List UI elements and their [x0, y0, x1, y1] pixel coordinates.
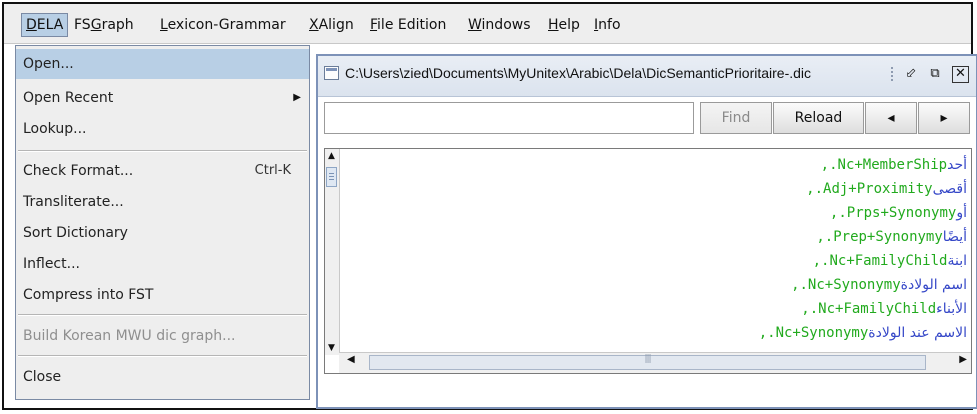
menu-label-part: nfo: [598, 17, 621, 33]
menu-check-format[interactable]: Check Format... Ctrl-K: [16, 156, 309, 186]
menu-mnemonic: W: [468, 17, 482, 33]
dictionary-line[interactable]: ,.Nc+MemberShipأحد: [821, 153, 967, 177]
menu-lookup[interactable]: Lookup...: [16, 114, 309, 144]
window-icon: [324, 66, 339, 80]
search-input[interactable]: [324, 102, 694, 134]
menu-open-recent[interactable]: Open Recent ▶: [16, 83, 309, 113]
line-word: أقصى: [932, 181, 967, 197]
dictionary-line[interactable]: ,.Nc+FamilyChildالأبناء: [801, 297, 967, 321]
horizontal-scroll-thumb[interactable]: [369, 355, 926, 370]
menu-item-label: Open Recent: [23, 90, 114, 106]
menu-label-part: ile Edition: [377, 17, 447, 33]
line-word: أيضًا: [942, 229, 967, 245]
menu-item-label: Lookup...: [23, 121, 87, 137]
menu-fsgraph[interactable]: FSGraph: [70, 14, 138, 36]
reload-button[interactable]: Reload: [773, 102, 864, 134]
menu-mnemonic: X: [309, 17, 319, 33]
vertical-scroll-thumb[interactable]: [326, 167, 337, 187]
line-code: ,.Prps+Synonymy: [829, 205, 957, 221]
menu-label-part: ELA: [36, 17, 64, 33]
line-word: الاسم عند الولادة: [868, 325, 967, 341]
menu-xalign[interactable]: XAlign: [305, 14, 358, 36]
scroll-down-icon[interactable]: ▼: [325, 343, 338, 353]
menu-file-edition[interactable]: File Edition: [366, 14, 450, 36]
menu-item-label: Transliterate...: [23, 194, 124, 210]
line-code: ,.Nc+MemberShip: [820, 157, 948, 173]
line-code: ,.Nc+FamilyChild: [812, 253, 948, 269]
menu-label-part: elp: [558, 17, 580, 33]
line-code: ,.Adj+Proximity: [806, 181, 933, 197]
dictionary-line[interactable]: ,.Adj+Proximityأقصى: [806, 177, 967, 201]
minimize-icon[interactable]: ⬃: [902, 65, 920, 83]
previous-button[interactable]: ◂: [865, 102, 917, 134]
menubar: DELA FSGraph Lexicon-Grammar XAlign File…: [4, 4, 971, 44]
menu-transliterate[interactable]: Transliterate...: [16, 187, 309, 217]
line-word: أحد: [947, 157, 967, 173]
menu-separator: [18, 150, 307, 152]
menu-separator: [18, 355, 307, 357]
line-code: ,.Prep+Synonymy: [816, 229, 943, 245]
menu-label-part: indows: [481, 17, 531, 33]
menu-open[interactable]: Open...: [16, 49, 309, 79]
menu-item-label: Open...: [23, 56, 74, 72]
line-code: ,.Nc+Synonymy: [791, 277, 901, 293]
menu-item-label: Sort Dictionary: [23, 225, 128, 241]
menu-separator: [18, 314, 307, 316]
menu-item-label: Build Korean MWU dic graph...: [23, 328, 236, 344]
dictionary-line[interactable]: ,.Nc+Synonymyالاسم عند الولادة: [759, 321, 967, 345]
menu-label-part: Align: [318, 17, 354, 33]
menu-item-label: Check Format...: [23, 163, 134, 179]
menu-item-label: Inflect...: [23, 256, 80, 272]
line-word: اسم الولادة: [900, 277, 967, 293]
dictionary-line[interactable]: ,.Prep+Synonymyأيضًا: [816, 225, 967, 249]
menu-inflect[interactable]: Inflect...: [16, 249, 309, 279]
menu-mnemonic: D: [26, 17, 37, 33]
dictionary-line[interactable]: ,.Nc+FamilyChildابنة: [813, 249, 967, 273]
menu-mnemonic: L: [160, 17, 168, 33]
line-word: أو: [956, 205, 967, 221]
menu-label-part: exicon-Grammar: [167, 17, 286, 33]
menu-item-label: Compress into FST: [23, 287, 154, 303]
menu-mnemonic: F: [370, 17, 378, 33]
menu-build-korean-mwu: Build Korean MWU dic graph...: [16, 321, 309, 351]
menu-help[interactable]: Help: [544, 14, 584, 36]
titlebar-grip-icon: [891, 67, 895, 81]
dictionary-line[interactable]: ,.Prps+Synonymyأو: [830, 201, 967, 225]
scroll-right-icon[interactable]: ▶: [959, 354, 967, 365]
application-frame: DELA FSGraph Lexicon-Grammar XAlign File…: [2, 2, 977, 410]
next-button[interactable]: ▸: [918, 102, 970, 134]
dictionary-line[interactable]: ,.Nc+Synonymyاسم الولادة: [791, 273, 967, 297]
window-titlebar: C:\Users\zied\Documents\MyUnitex\Arabic\…: [318, 56, 976, 97]
menu-item-label: Close: [23, 369, 62, 385]
dictionary-text-area[interactable]: ▲ ▼ ,.Nc+MemberShipأحد ,.Adj+Proximityأق…: [324, 148, 972, 374]
line-code: ,.Nc+FamilyChild: [801, 301, 937, 317]
maximize-icon[interactable]: ⧉: [926, 65, 944, 83]
vertical-scrollbar[interactable]: ▲ ▼: [325, 149, 340, 355]
find-button[interactable]: Find: [700, 102, 772, 134]
menu-lexicon-grammar[interactable]: Lexicon-Grammar: [156, 14, 290, 36]
line-word: ابنة: [947, 253, 967, 269]
menu-compress-into-fst[interactable]: Compress into FST: [16, 280, 309, 310]
menu-shortcut: Ctrl-K: [254, 163, 291, 178]
scroll-up-icon[interactable]: ▲: [325, 151, 338, 161]
submenu-arrow-icon: ▶: [293, 92, 301, 103]
menu-close[interactable]: Close: [16, 362, 309, 392]
close-icon[interactable]: ✕: [952, 66, 969, 83]
menu-mnemonic: H: [548, 17, 559, 33]
dela-dropdown-menu: Open... Open Recent ▶ Lookup... Check For…: [15, 45, 310, 400]
menu-dela[interactable]: DELA: [21, 13, 69, 37]
line-word: الأبناء: [936, 301, 967, 317]
menu-sort-dictionary[interactable]: Sort Dictionary: [16, 218, 309, 248]
dictionary-window: C:\Users\zied\Documents\MyUnitex\Arabic\…: [316, 54, 977, 409]
menu-mnemonic: G: [90, 17, 102, 33]
window-title: C:\Users\zied\Documents\MyUnitex\Arabic\…: [345, 65, 812, 81]
horizontal-scrollbar[interactable]: ◀ ▶: [339, 352, 971, 373]
line-code: ,.Nc+Synonymy: [758, 325, 869, 341]
menu-windows[interactable]: Windows: [464, 14, 535, 36]
menu-label-part: raph: [101, 17, 134, 33]
menu-info[interactable]: Info: [590, 14, 625, 36]
menu-label-part: FS: [74, 17, 91, 33]
scroll-left-icon[interactable]: ◀: [347, 354, 355, 365]
